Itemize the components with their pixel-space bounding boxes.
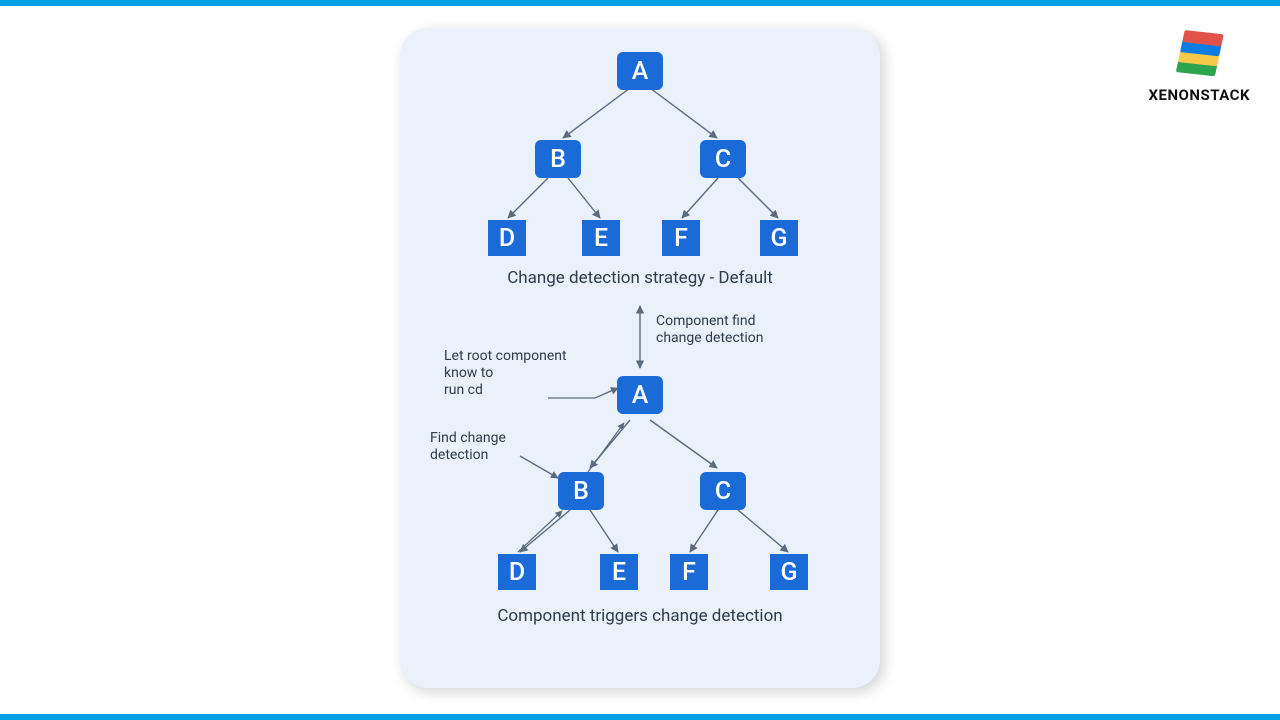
tree2-node-c: C	[700, 472, 746, 510]
annot-find-cd: Find change detection	[430, 430, 506, 464]
tree1-node-a: A	[617, 52, 663, 90]
tree1-node-f: F	[662, 220, 700, 256]
tree2-node-f: F	[670, 554, 708, 590]
tree1-node-g: G	[760, 220, 798, 256]
tree2-node-g: G	[770, 554, 808, 590]
tree2-node-e: E	[600, 554, 638, 590]
top-accent-bar	[0, 0, 1280, 6]
diagram-panel: A B C D E F G Change detection strategy …	[400, 28, 880, 688]
tree1-node-d: D	[488, 220, 526, 256]
bottom-accent-bar	[0, 714, 1280, 720]
tree2-node-a: A	[617, 376, 663, 414]
annot-root-cd: Let root component know to run cd	[444, 348, 567, 398]
brand-logo: XENONSTACK	[1148, 24, 1250, 104]
tree2-node-b: B	[558, 472, 604, 510]
tree2-caption: Component triggers change detection	[400, 606, 880, 626]
tree1-node-e: E	[582, 220, 620, 256]
tree1-node-b: B	[535, 140, 581, 178]
tree2-node-d: D	[498, 554, 536, 590]
stack-icon	[1166, 24, 1232, 76]
tree1-node-c: C	[700, 140, 746, 178]
brand-name: XENONSTACK	[1148, 86, 1250, 104]
transition-label: Component find change detection	[656, 313, 764, 347]
tree1-caption: Change detection strategy - Default	[400, 268, 880, 288]
